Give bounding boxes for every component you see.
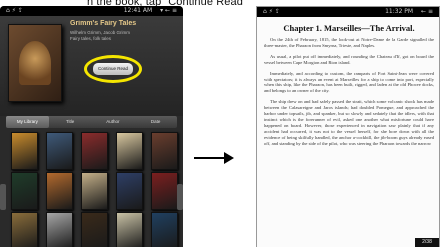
book-cover[interactable] (46, 172, 73, 210)
book-cover[interactable] (11, 172, 38, 210)
arrow-right-icon (224, 152, 234, 164)
library-screen: ⌂ ⚡ ⇪ 12:41 AM ▾ ← ≡ Grimm's Fairy Tales… (0, 6, 183, 247)
scroll-left-handle[interactable] (0, 184, 6, 210)
featured-book-panel: Grimm's Fairy Tales Wilhelm Grimm, Jacob… (0, 16, 183, 116)
status-time: 12:41 AM (123, 7, 153, 14)
book-grid (8, 132, 178, 247)
scroll-right-handle[interactable] (177, 184, 183, 210)
tab-date[interactable]: Date (134, 116, 177, 128)
featured-book-cover[interactable] (8, 24, 62, 102)
tab-author[interactable]: Author (92, 116, 135, 128)
paragraph: On the 24th of February, 1815, the look-… (264, 37, 434, 48)
library-sort-tabs: My Library Title Author Date (6, 116, 177, 128)
book-cover[interactable] (11, 132, 38, 170)
reader-screen: ⌂ ⚡ ⇪ 11:32 PM ← ≡ Chapter 1. Marseilles… (256, 6, 440, 247)
featured-book-title: Grimm's Fairy Tales (70, 20, 137, 27)
nav-icons[interactable]: ← ≡ (421, 8, 433, 15)
page-indicator: 2/38 (415, 238, 439, 247)
highlight-circle (84, 55, 142, 83)
book-cover[interactable] (46, 132, 73, 170)
paragraph: The ship drew on and had safely passed t… (264, 99, 434, 146)
tab-my-library[interactable]: My Library (6, 116, 49, 128)
book-cover[interactable] (151, 212, 178, 247)
reading-text[interactable]: On the 24th of February, 1815, the look-… (264, 37, 434, 237)
book-cover[interactable] (151, 172, 178, 210)
book-cover[interactable] (116, 132, 143, 170)
book-cover[interactable] (81, 212, 108, 247)
status-bar: ⌂ ⚡ ⇪ 12:41 AM ▾ ← ≡ (0, 6, 183, 16)
paragraph: As usual, a pilot put off immediately, a… (264, 53, 434, 65)
tab-title[interactable]: Title (49, 116, 92, 128)
cover-illustration (19, 41, 51, 85)
status-icons-left: ⌂ ⚡ ⇪ (263, 8, 280, 15)
featured-book-author: Wilhelm Grimm, Jacob Grimm Fairy tales, … (70, 30, 131, 41)
book-cover[interactable] (116, 212, 143, 247)
nav-icons[interactable]: ▾ ← ≡ (160, 7, 177, 14)
book-cover[interactable] (11, 212, 38, 247)
book-cover[interactable] (81, 172, 108, 210)
chapter-title: Chapter 1. Marseilles—The Arrival. (283, 23, 415, 33)
book-cover[interactable] (151, 132, 178, 170)
book-cover[interactable] (81, 132, 108, 170)
paragraph: Immediately, and according to custom, th… (264, 70, 434, 94)
status-time: 11:32 PM (385, 8, 414, 15)
status-bar: ⌂ ⚡ ⇪ 11:32 PM ← ≡ (257, 7, 439, 17)
book-cover[interactable] (116, 172, 143, 210)
arrow-shaft (194, 157, 227, 159)
status-icons-left: ⌂ ⚡ ⇪ (6, 7, 23, 14)
book-cover[interactable] (46, 212, 73, 247)
